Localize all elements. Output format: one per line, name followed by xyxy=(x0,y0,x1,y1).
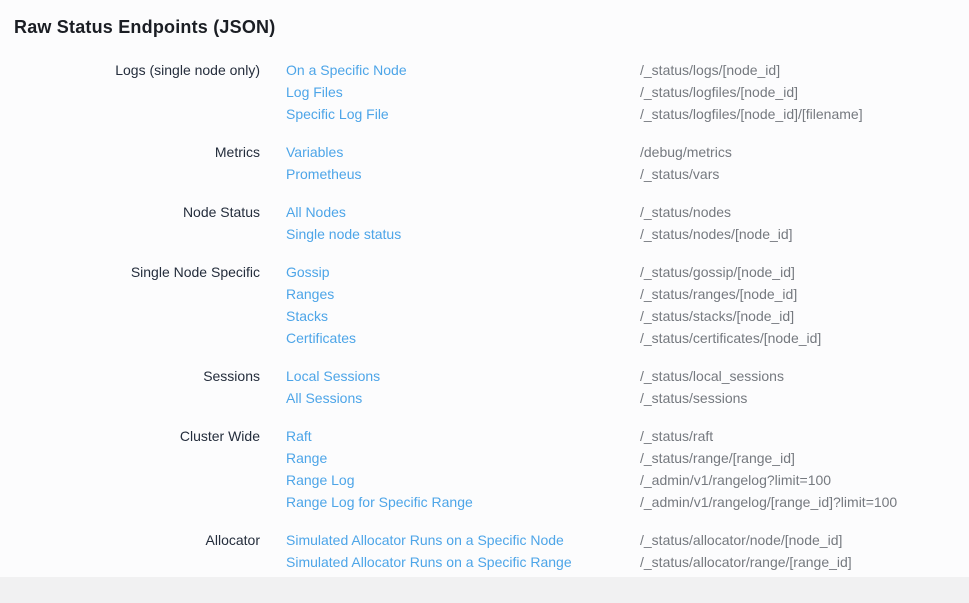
endpoint-row: Range/_status/range/[range_id] xyxy=(286,447,897,469)
endpoint-link[interactable]: Log Files xyxy=(286,81,640,103)
endpoint-groups: Logs (single node only) On a Specific Nod… xyxy=(14,59,969,573)
endpoint-link[interactable]: Range xyxy=(286,447,640,469)
endpoint-path: /_status/stacks/[node_id] xyxy=(640,305,794,327)
endpoint-row: Local Sessions/_status/local_sessions xyxy=(286,365,784,387)
endpoint-path: /_status/raft xyxy=(640,425,713,447)
endpoint-row: Specific Log File/_status/logfiles/[node… xyxy=(286,103,863,125)
endpoint-link[interactable]: All Nodes xyxy=(286,201,640,223)
endpoint-path: /_status/logfiles/[node_id]/[filename] xyxy=(640,103,863,125)
group-rows: On a Specific Node/_status/logs/[node_id… xyxy=(286,59,863,125)
group-rows: Gossip/_status/gossip/[node_id]Ranges/_s… xyxy=(286,261,821,349)
endpoint-row: Stacks/_status/stacks/[node_id] xyxy=(286,305,821,327)
endpoint-link[interactable]: Range Log xyxy=(286,469,640,491)
endpoint-path: /_status/allocator/range/[range_id] xyxy=(640,551,852,573)
endpoint-path: /debug/metrics xyxy=(640,141,732,163)
endpoint-path: /_status/logfiles/[node_id] xyxy=(640,81,798,103)
endpoint-path: /_status/allocator/node/[node_id] xyxy=(640,529,842,551)
group-category-label: Allocator xyxy=(14,529,260,573)
endpoint-link[interactable]: Specific Log File xyxy=(286,103,640,125)
endpoint-row: Raft/_status/raft xyxy=(286,425,897,447)
endpoint-path: /_status/nodes xyxy=(640,201,731,223)
endpoint-path: /_status/certificates/[node_id] xyxy=(640,327,821,349)
endpoint-group: Cluster Wide Raft/_status/raftRange/_stat… xyxy=(14,425,969,513)
endpoint-path: /_admin/v1/rangelog?limit=100 xyxy=(640,469,831,491)
endpoint-row: Prometheus/_status/vars xyxy=(286,163,732,185)
endpoint-path: /_status/nodes/[node_id] xyxy=(640,223,793,245)
endpoint-link[interactable]: Stacks xyxy=(286,305,640,327)
endpoint-row: Range Log/_admin/v1/rangelog?limit=100 xyxy=(286,469,897,491)
endpoint-row: Variables/debug/metrics xyxy=(286,141,732,163)
endpoint-link[interactable]: All Sessions xyxy=(286,387,640,409)
group-category-label: Cluster Wide xyxy=(14,425,260,513)
endpoint-path: /_status/vars xyxy=(640,163,719,185)
endpoint-path: /_status/sessions xyxy=(640,387,747,409)
endpoint-link[interactable]: On a Specific Node xyxy=(286,59,640,81)
endpoint-path: /_status/local_sessions xyxy=(640,365,784,387)
endpoint-row: Simulated Allocator Runs on a Specific R… xyxy=(286,551,852,573)
endpoint-path: /_status/logs/[node_id] xyxy=(640,59,780,81)
debug-endpoints-page: Raw Status Endpoints (JSON) Logs (single… xyxy=(0,0,969,577)
group-category-label: Metrics xyxy=(14,141,260,185)
group-category-label: Logs (single node only) xyxy=(14,59,260,125)
group-rows: Variables/debug/metricsPrometheus/_statu… xyxy=(286,141,732,185)
endpoint-path: /_admin/v1/rangelog/[range_id]?limit=100 xyxy=(640,491,897,513)
group-category-label: Sessions xyxy=(14,365,260,409)
group-category-label: Node Status xyxy=(14,201,260,245)
bottom-band xyxy=(0,577,969,603)
endpoint-link[interactable]: Single node status xyxy=(286,223,640,245)
group-rows: All Nodes/_status/nodesSingle node statu… xyxy=(286,201,793,245)
endpoint-group: Allocator Simulated Allocator Runs on a S… xyxy=(14,529,969,573)
endpoint-link[interactable]: Variables xyxy=(286,141,640,163)
endpoint-link[interactable]: Prometheus xyxy=(286,163,640,185)
endpoint-path: /_status/ranges/[node_id] xyxy=(640,283,797,305)
endpoint-group: Node Status All Nodes/_status/nodesSingle… xyxy=(14,201,969,245)
group-category-label: Single Node Specific xyxy=(14,261,260,349)
group-rows: Local Sessions/_status/local_sessionsAll… xyxy=(286,365,784,409)
endpoint-link[interactable]: Certificates xyxy=(286,327,640,349)
endpoint-link[interactable]: Raft xyxy=(286,425,640,447)
endpoint-group: Sessions Local Sessions/_status/local_ses… xyxy=(14,365,969,409)
group-rows: Simulated Allocator Runs on a Specific N… xyxy=(286,529,852,573)
group-rows: Raft/_status/raftRange/_status/range/[ra… xyxy=(286,425,897,513)
endpoint-row: Ranges/_status/ranges/[node_id] xyxy=(286,283,821,305)
endpoint-row: Certificates/_status/certificates/[node_… xyxy=(286,327,821,349)
endpoint-path: /_status/range/[range_id] xyxy=(640,447,795,469)
endpoint-link[interactable]: Simulated Allocator Runs on a Specific N… xyxy=(286,529,640,551)
endpoint-row: On a Specific Node/_status/logs/[node_id… xyxy=(286,59,863,81)
endpoint-row: All Sessions/_status/sessions xyxy=(286,387,784,409)
endpoint-link[interactable]: Simulated Allocator Runs on a Specific R… xyxy=(286,551,640,573)
endpoint-row: Log Files/_status/logfiles/[node_id] xyxy=(286,81,863,103)
endpoint-path: /_status/gossip/[node_id] xyxy=(640,261,795,283)
endpoint-link[interactable]: Local Sessions xyxy=(286,365,640,387)
endpoint-group: Single Node Specific Gossip/_status/gossi… xyxy=(14,261,969,349)
endpoint-row: Gossip/_status/gossip/[node_id] xyxy=(286,261,821,283)
endpoint-row: Single node status/_status/nodes/[node_i… xyxy=(286,223,793,245)
page-title: Raw Status Endpoints (JSON) xyxy=(14,15,969,39)
endpoint-link[interactable]: Ranges xyxy=(286,283,640,305)
endpoint-link[interactable]: Gossip xyxy=(286,261,640,283)
endpoint-group: Logs (single node only) On a Specific Nod… xyxy=(14,59,969,125)
endpoint-row: All Nodes/_status/nodes xyxy=(286,201,793,223)
endpoint-row: Simulated Allocator Runs on a Specific N… xyxy=(286,529,852,551)
endpoint-row: Range Log for Specific Range/_admin/v1/r… xyxy=(286,491,897,513)
endpoint-group: Metrics Variables/debug/metricsPrometheus… xyxy=(14,141,969,185)
endpoint-link[interactable]: Range Log for Specific Range xyxy=(286,491,640,513)
